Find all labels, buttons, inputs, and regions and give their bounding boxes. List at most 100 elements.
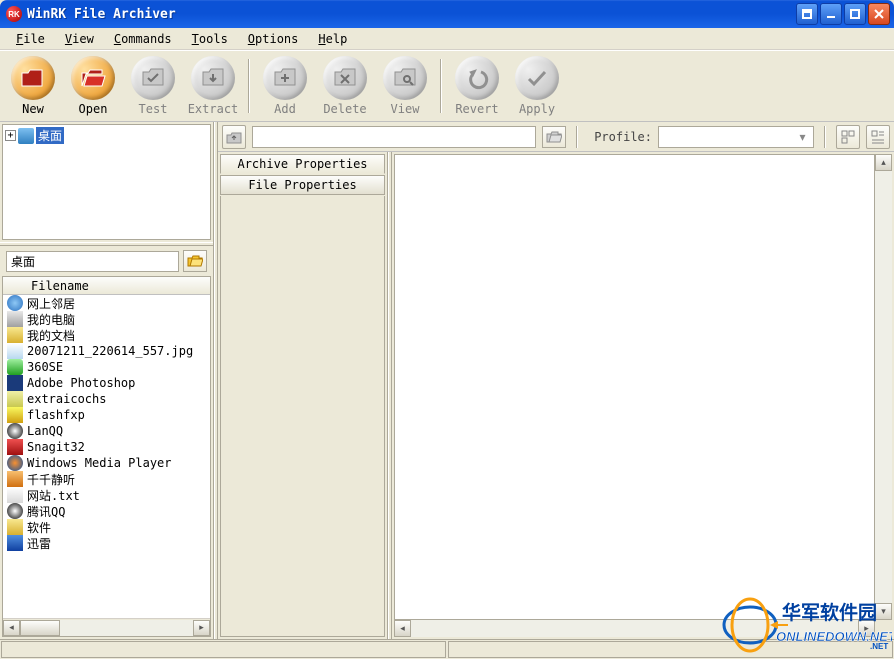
apply-button[interactable]: Apply bbox=[508, 54, 566, 118]
options-button-1[interactable] bbox=[836, 125, 860, 149]
file-type-icon bbox=[7, 391, 23, 407]
app-icon: RK bbox=[6, 6, 22, 22]
file-properties-tab[interactable]: File Properties bbox=[220, 175, 385, 195]
scroll-right-button[interactable]: ▸ bbox=[858, 620, 875, 637]
profile-select[interactable] bbox=[658, 126, 814, 148]
restore-down-button[interactable] bbox=[796, 3, 818, 25]
file-type-icon bbox=[7, 519, 23, 535]
test-button[interactable]: Test bbox=[124, 54, 182, 118]
scroll-track[interactable] bbox=[875, 171, 892, 603]
tree-label[interactable]: 桌面 bbox=[36, 127, 64, 144]
add-icon bbox=[263, 56, 307, 100]
file-name: 千千静听 bbox=[27, 471, 75, 488]
file-name: flashfxp bbox=[27, 408, 85, 422]
file-type-icon bbox=[7, 407, 23, 423]
menu-view[interactable]: View bbox=[55, 30, 104, 48]
scroll-up-button[interactable]: ▴ bbox=[875, 154, 892, 171]
menu-file[interactable]: File bbox=[6, 30, 55, 48]
file-list-row[interactable]: Adobe Photoshop bbox=[3, 375, 210, 391]
file-type-icon bbox=[7, 487, 23, 503]
tree-row[interactable]: + 桌面 bbox=[5, 127, 208, 144]
file-list-row[interactable]: flashfxp bbox=[3, 407, 210, 423]
content-vscroll[interactable]: ▴ ▾ bbox=[875, 154, 892, 620]
file-list-body[interactable]: 网上邻居我的电脑我的文档20071211_220614_557.jpg 360SE… bbox=[3, 295, 210, 618]
file-list-row[interactable]: 网上邻居 bbox=[3, 295, 210, 311]
file-list-row[interactable]: 网站.txt bbox=[3, 487, 210, 503]
content-hscroll[interactable]: ◂ ▸ bbox=[394, 620, 875, 637]
options-button-2[interactable] bbox=[866, 125, 890, 149]
close-button[interactable] bbox=[868, 3, 890, 25]
file-list-row[interactable]: 迅雷 bbox=[3, 535, 210, 551]
file-name: 网上邻居 bbox=[27, 295, 75, 312]
file-name: 20071211_220614_557.jpg bbox=[27, 344, 193, 358]
extract-button[interactable]: Extract bbox=[184, 54, 242, 118]
scroll-right-button[interactable]: ▸ bbox=[193, 620, 210, 636]
file-list-row[interactable]: 软件 bbox=[3, 519, 210, 535]
new-button[interactable]: New bbox=[4, 54, 62, 118]
tree-expand-icon[interactable]: + bbox=[5, 130, 16, 141]
menu-options[interactable]: Options bbox=[238, 30, 309, 48]
minimize-button[interactable] bbox=[820, 3, 842, 25]
toolbar-button-label: View bbox=[391, 102, 420, 116]
vertical-splitter-2[interactable] bbox=[388, 152, 392, 639]
archive-properties-tab[interactable]: Archive Properties bbox=[220, 154, 385, 174]
delete-button[interactable]: Delete bbox=[316, 54, 374, 118]
props-icon bbox=[841, 130, 855, 144]
file-name: 我的文档 bbox=[27, 327, 75, 344]
scroll-left-button[interactable]: ◂ bbox=[394, 620, 411, 637]
file-list-row[interactable]: 我的电脑 bbox=[3, 311, 210, 327]
file-list-row[interactable]: 20071211_220614_557.jpg bbox=[3, 343, 210, 359]
file-list-row[interactable]: 千千静听 bbox=[3, 471, 210, 487]
file-list-row[interactable]: LanQQ bbox=[3, 423, 210, 439]
file-type-icon bbox=[7, 423, 23, 439]
file-list-row[interactable]: Snagit32 bbox=[3, 439, 210, 455]
revert-button[interactable]: Revert bbox=[448, 54, 506, 118]
address-browse-button[interactable] bbox=[542, 126, 566, 148]
scroll-track[interactable] bbox=[20, 620, 193, 636]
scroll-track[interactable] bbox=[411, 620, 858, 637]
toolbar-button-label: Extract bbox=[188, 102, 239, 116]
folder-tree[interactable]: + 桌面 bbox=[2, 124, 211, 240]
file-name: 腾讯QQ bbox=[27, 503, 65, 520]
menu-tools[interactable]: Tools bbox=[182, 30, 238, 48]
toolbar-button-label: Add bbox=[274, 102, 296, 116]
properties-body bbox=[220, 196, 385, 637]
up-dir-button[interactable] bbox=[222, 125, 246, 149]
scroll-thumb[interactable] bbox=[20, 620, 60, 636]
file-type-icon bbox=[7, 503, 23, 519]
menu-commands[interactable]: Commands bbox=[104, 30, 182, 48]
browse-button[interactable] bbox=[183, 250, 207, 272]
add-button[interactable]: Add bbox=[256, 54, 314, 118]
folder-open-icon bbox=[546, 131, 562, 143]
separator bbox=[576, 126, 578, 148]
status-cell-2 bbox=[448, 641, 893, 658]
undo-icon bbox=[455, 56, 499, 100]
file-list-row[interactable]: 腾讯QQ bbox=[3, 503, 210, 519]
path-input[interactable] bbox=[6, 251, 179, 272]
file-list-row[interactable]: extraicochs bbox=[3, 391, 210, 407]
menu-help[interactable]: Help bbox=[308, 30, 357, 48]
file-list-row[interactable]: 360SE bbox=[3, 359, 210, 375]
file-name: 360SE bbox=[27, 360, 63, 374]
content-view: ▴ ▾ ◂ ▸ bbox=[394, 154, 892, 637]
file-list-hscroll[interactable]: ◂ ▸ bbox=[3, 618, 210, 636]
file-type-icon bbox=[7, 455, 23, 471]
title-bar: RK WinRK File Archiver bbox=[0, 0, 894, 28]
address-input[interactable] bbox=[252, 126, 536, 148]
scroll-left-button[interactable]: ◂ bbox=[3, 620, 20, 636]
file-list-row[interactable]: Windows Media Player bbox=[3, 455, 210, 471]
content-area[interactable] bbox=[394, 154, 875, 620]
scroll-down-button[interactable]: ▾ bbox=[875, 603, 892, 620]
file-type-icon bbox=[7, 359, 23, 375]
file-list-header[interactable]: Filename bbox=[3, 277, 210, 295]
view-button[interactable]: View bbox=[376, 54, 434, 118]
file-name: 软件 bbox=[27, 519, 51, 536]
file-name: 我的电脑 bbox=[27, 311, 75, 328]
file-type-icon bbox=[7, 327, 23, 343]
open-button[interactable]: Open bbox=[64, 54, 122, 118]
maximize-button[interactable] bbox=[844, 3, 866, 25]
file-list: Filename 网上邻居我的电脑我的文档20071211_220614_557… bbox=[2, 276, 211, 637]
file-list-row[interactable]: 我的文档 bbox=[3, 327, 210, 343]
menu-label: ile bbox=[23, 32, 45, 46]
file-name: 网站.txt bbox=[27, 487, 80, 504]
